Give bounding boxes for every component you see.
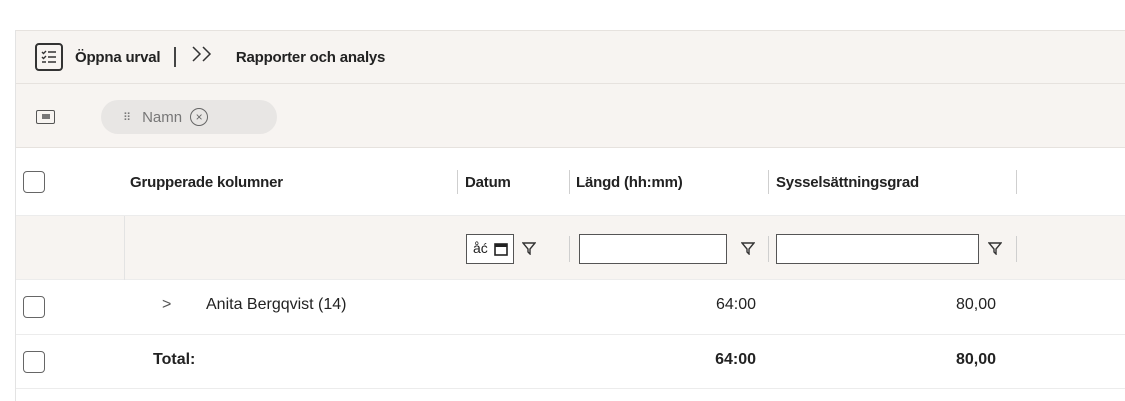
breadcrumb-report-link[interactable]: Rapporter och analys [236,49,386,66]
column-divider[interactable] [1016,170,1017,194]
total-rate: 80,00 [955,351,996,368]
close-circle-icon[interactable]: × [190,108,209,126]
column-divider[interactable] [768,170,769,194]
checklist-icon[interactable] [35,43,63,71]
column-header-langd[interactable]: Längd (hh:mm) [576,148,683,216]
column-header-syssel[interactable]: Sysselsättningsgrad [776,148,919,216]
filter-divider [569,236,570,262]
funnel-icon[interactable] [522,241,536,255]
date-filter-glyph: åć [473,240,488,256]
group-by-bar: ⠿ Namn × [16,84,1125,148]
open-selection-button[interactable]: Öppna urval [75,49,161,66]
column-divider[interactable] [569,170,570,194]
calendar-icon[interactable] [494,242,508,256]
expand-chevron-icon[interactable]: > [162,296,171,314]
toolbar: Öppna urval Rapporter och analys [16,30,1125,84]
filter-divider [768,236,769,262]
filter-divider [1016,236,1017,262]
column-header-grouped[interactable]: Grupperade kolumner [130,148,283,216]
group-name: Anita Bergqvist (14) [206,296,347,313]
toolbar-divider [174,47,176,67]
length-filter-input[interactable] [579,234,727,264]
total-row: Total: 64:00 80,00 [16,335,1125,389]
group-chip-namn[interactable]: ⠿ Namn × [101,100,277,134]
rate-filter-input[interactable] [776,234,979,264]
data-grid: Grupperade kolumner Datum Längd (hh:mm) … [16,148,1125,389]
total-label: Total: [153,351,196,368]
drag-handle-icon[interactable]: ⠿ [123,111,132,124]
group-chip-label: Namn [142,108,183,126]
group-panel-icon[interactable] [36,110,55,124]
rate-value: 80,00 [955,296,996,313]
column-divider[interactable] [457,170,458,194]
breadcrumb-chevron-icon [190,45,216,69]
cell-divider [124,216,125,280]
total-checkbox[interactable] [23,351,45,373]
length-value: 64:00 [715,296,756,313]
date-filter-input[interactable]: åć [466,234,514,264]
select-all-checkbox[interactable] [23,171,45,193]
funnel-icon[interactable] [988,241,1002,255]
total-length: 64:00 [715,351,756,368]
row-checkbox[interactable] [23,296,45,318]
column-header-datum[interactable]: Datum [465,148,511,216]
header-row: Grupperade kolumner Datum Längd (hh:mm) … [16,148,1125,216]
funnel-icon[interactable] [741,241,755,255]
filter-row: åć [16,216,1125,280]
table-row[interactable]: > Anita Bergqvist (14) 64:00 80,00 [16,280,1125,335]
